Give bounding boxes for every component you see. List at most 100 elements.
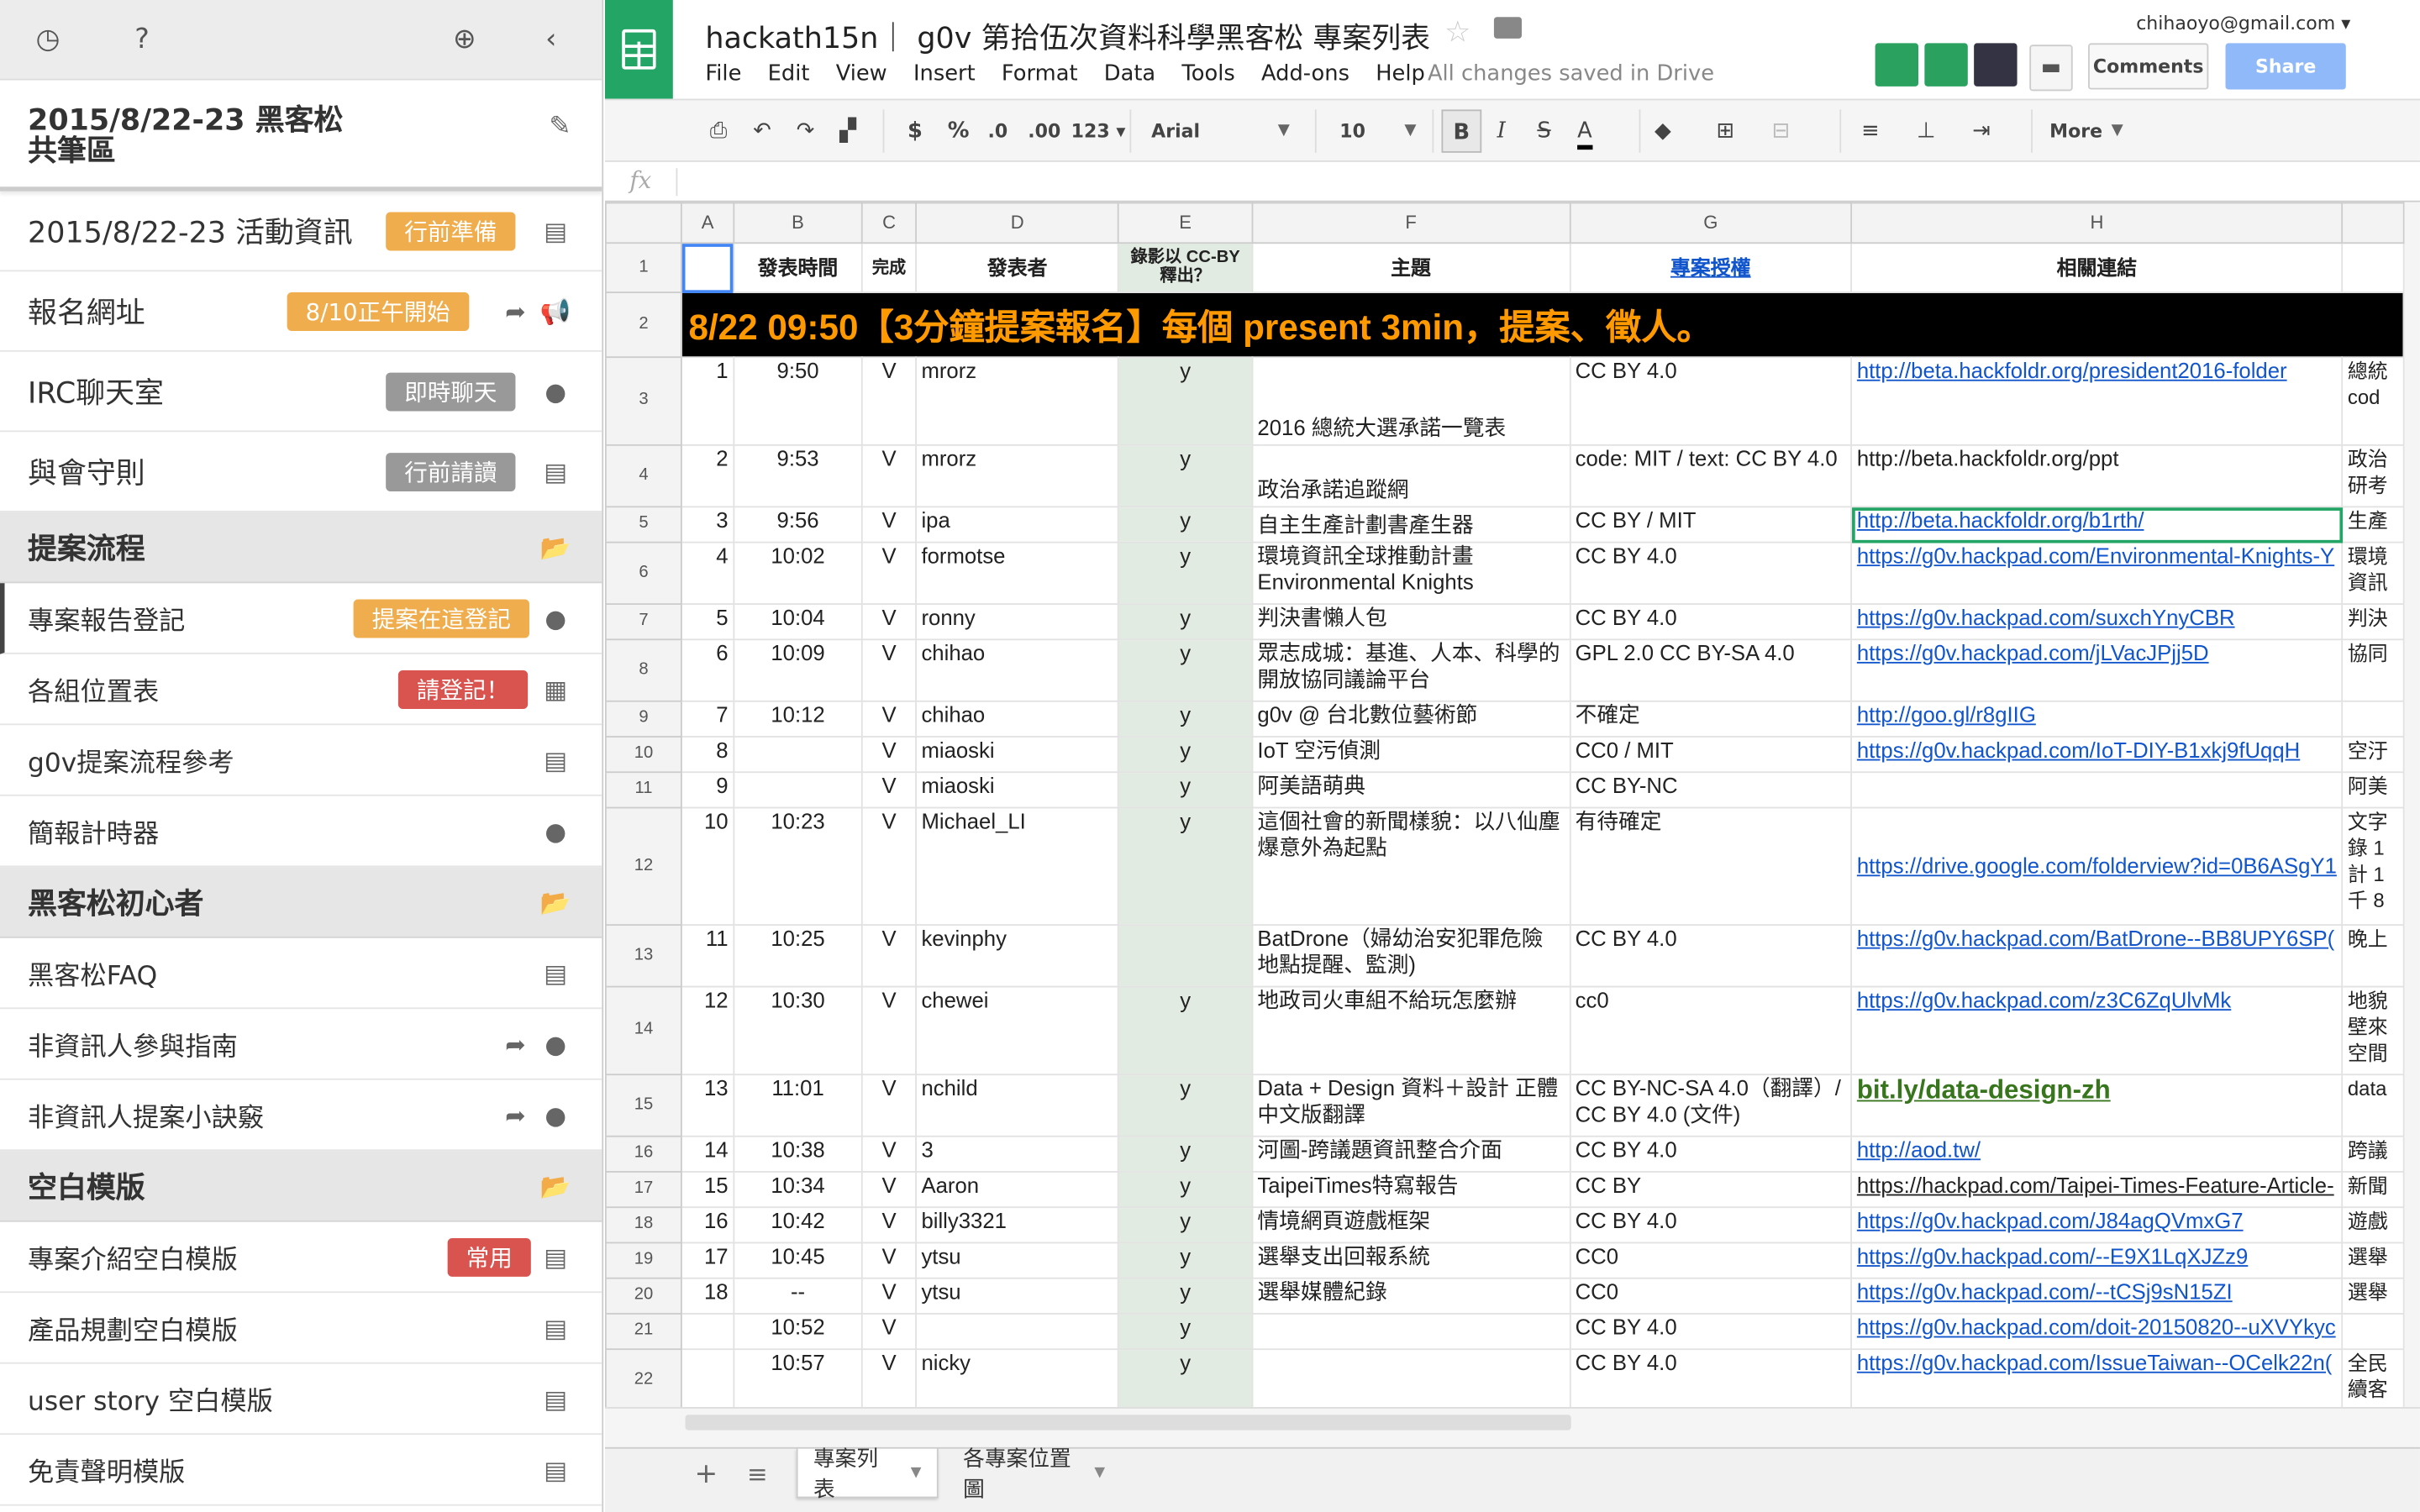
cell[interactable]: CC BY 4.0 — [1569, 1206, 1853, 1244]
cell[interactable] — [1251, 1348, 1571, 1408]
cell[interactable]: mrorz — [915, 356, 1120, 446]
cell[interactable]: 10:42 — [733, 1206, 863, 1244]
folder-icon[interactable] — [1493, 17, 1522, 39]
cell[interactable]: V — [861, 771, 917, 809]
cell[interactable] — [681, 1313, 734, 1351]
sidebar-item-disclaimer-template[interactable]: 免責聲明模版 ▤ — [0, 1435, 602, 1506]
cell[interactable]: BatDrone（婦幼治安犯罪危險地點提醒、監測) — [1251, 924, 1571, 988]
row-header[interactable]: 14 — [604, 985, 683, 1076]
cell[interactable]: 10:25 — [733, 924, 863, 988]
menu-file[interactable]: File — [705, 61, 741, 86]
cell[interactable]: ytsu — [915, 1277, 1120, 1315]
percent-format-button[interactable]: % — [948, 116, 970, 147]
row-header[interactable]: 11 — [604, 771, 683, 809]
text-wrap-icon[interactable]: ⇥ — [1972, 116, 1991, 147]
cell[interactable]: y — [1118, 806, 1253, 927]
cell[interactable]: https://g0v.hackpad.com/doit-20150820--u… — [1850, 1313, 2344, 1351]
cell[interactable]: code: MIT / text: CC BY 4.0 — [1569, 444, 1853, 508]
cell[interactable]: 這個社會的新聞樣貌：以八仙塵爆意外為起點 — [1251, 806, 1571, 927]
cell[interactable] — [2341, 242, 2405, 293]
cell[interactable]: 協同 — [2341, 638, 2405, 702]
help-icon[interactable]: ? — [125, 22, 159, 55]
cell[interactable]: 10:34 — [733, 1171, 863, 1209]
cell[interactable]: https://g0v.hackpad.com/--E9X1LqXJZz9 — [1850, 1242, 2344, 1279]
cell[interactable]: V — [861, 1313, 917, 1351]
cell[interactable]: V — [861, 806, 917, 927]
cell[interactable]: 政治 研考 — [2341, 444, 2405, 508]
cell[interactable]: 3 — [915, 1135, 1120, 1173]
row-header[interactable]: 4 — [604, 444, 683, 508]
header-cell[interactable]: 發表者 — [915, 242, 1120, 293]
cell[interactable]: 9:50 — [733, 356, 863, 446]
cell[interactable]: 8 — [681, 736, 734, 774]
cell[interactable]: 5 — [681, 603, 734, 641]
cell[interactable]: CC0 — [1569, 1242, 1853, 1279]
cell[interactable] — [1850, 771, 2344, 809]
cell[interactable]: y — [1118, 1242, 1253, 1279]
cell[interactable]: 9 — [681, 771, 734, 809]
cell[interactable]: data — [2341, 1074, 2405, 1137]
fill-color-icon[interactable]: ◆ — [1655, 116, 1671, 147]
column-header[interactable]: G — [1569, 202, 1853, 244]
cell[interactable]: 選舉 — [2341, 1277, 2405, 1315]
cell[interactable]: https://g0v.hackpad.com/IoT-DIY-B1xkj9fU… — [1850, 736, 2344, 774]
cell[interactable]: CC BY-NC — [1569, 771, 1853, 809]
cell[interactable]: V — [861, 603, 917, 641]
cell[interactable]: 6 — [681, 638, 734, 702]
cell[interactable]: 18 — [681, 1277, 734, 1315]
cell[interactable]: mrorz — [915, 444, 1120, 508]
row-header[interactable]: 20 — [604, 1277, 683, 1315]
menu-addons[interactable]: Add-ons — [1261, 61, 1349, 86]
cell[interactable]: https://g0v.hackpad.com/jLVacJPjj5D — [1850, 638, 2344, 702]
increase-decimal-button[interactable]: .00 — [1028, 116, 1060, 147]
cell[interactable]: 文字 錄 1 計 1 千 8 — [2341, 806, 2405, 927]
cell[interactable] — [733, 736, 863, 774]
cell[interactable]: https://g0v.hackpad.com/suxchYnyCBR — [1850, 603, 2344, 641]
share-button[interactable]: Share — [2225, 43, 2346, 90]
sidebar-item-timer[interactable]: 簡報計時器 ● — [0, 796, 602, 868]
cell[interactable] — [915, 1313, 1120, 1351]
cell[interactable]: https://g0v.hackpad.com/IssueTaiwan--OCe… — [1850, 1348, 2344, 1408]
cell[interactable]: miaoski — [915, 736, 1120, 774]
cell[interactable]: 2 — [681, 444, 734, 508]
row-header[interactable]: 7 — [604, 603, 683, 641]
cell[interactable]: 17 — [681, 1242, 734, 1279]
sidebar-item-userstory-template[interactable]: user story 空白模版 ▤ — [0, 1364, 602, 1436]
cell[interactable]: V — [861, 1277, 917, 1315]
edit-pencil-icon[interactable]: ✎ — [549, 111, 571, 142]
cell[interactable] — [2341, 700, 2405, 738]
sidebar-item-event-info[interactable]: 2015/8/22-23 活動資訊 行前準備 ▤ — [0, 192, 602, 272]
cell[interactable]: http://goo.gl/r8gIIG — [1850, 700, 2344, 738]
borders-icon[interactable]: ⊞ — [1716, 116, 1734, 147]
cell[interactable]: kevinphy — [915, 924, 1120, 988]
cell[interactable]: 10:52 — [733, 1313, 863, 1351]
cell[interactable]: 13 — [681, 1074, 734, 1137]
cell[interactable]: y — [1118, 1206, 1253, 1244]
cell[interactable]: 9:53 — [733, 444, 863, 508]
collapse-icon[interactable]: ‹ — [534, 22, 567, 55]
cell[interactable]: 10:38 — [733, 1135, 863, 1173]
sidebar-item-faq[interactable]: 黑客松FAQ ▤ — [0, 938, 602, 1010]
cell[interactable]: 選舉媒體紀錄 — [1251, 1277, 1571, 1315]
clock-icon[interactable]: ◷ — [31, 22, 65, 55]
cell[interactable]: 情境網頁遊戲框架 — [1251, 1206, 1571, 1244]
cell[interactable]: 有待確定 — [1569, 806, 1853, 927]
cell[interactable]: https://g0v.hackpad.com/Environmental-Kn… — [1850, 541, 2344, 605]
sidebar-item-irc[interactable]: IRC聊天室 即時聊天 ● — [0, 352, 602, 433]
cell[interactable]: 選舉 — [2341, 1242, 2405, 1279]
cell[interactable] — [1118, 924, 1253, 988]
cell[interactable]: V — [861, 1242, 917, 1279]
zoom-in-icon[interactable]: ⊕ — [448, 22, 481, 55]
cell[interactable]: V — [861, 1171, 917, 1209]
add-sheet-icon[interactable]: + — [679, 1449, 733, 1499]
document-title[interactable]: hackath15n｜ g0v 第拾伍次資料科學黑客松 專案列表 — [705, 15, 1430, 57]
cell[interactable]: 河圖-跨議題資訊整合介面 — [1251, 1135, 1571, 1173]
chat-icon[interactable]: ▬ — [2029, 45, 2073, 92]
sidebar-item-product-template[interactable]: 產品規劃空白模版 ▤ — [0, 1293, 602, 1364]
strikethrough-button[interactable]: S — [1537, 116, 1550, 147]
corner-cell[interactable] — [604, 202, 683, 244]
account-email[interactable]: chihaoyo@gmail.com ▾ — [2136, 13, 2350, 34]
cell[interactable]: IoT 空污偵測 — [1251, 736, 1571, 774]
cell[interactable]: 10 — [681, 806, 734, 927]
cell[interactable]: 14 — [681, 1135, 734, 1173]
